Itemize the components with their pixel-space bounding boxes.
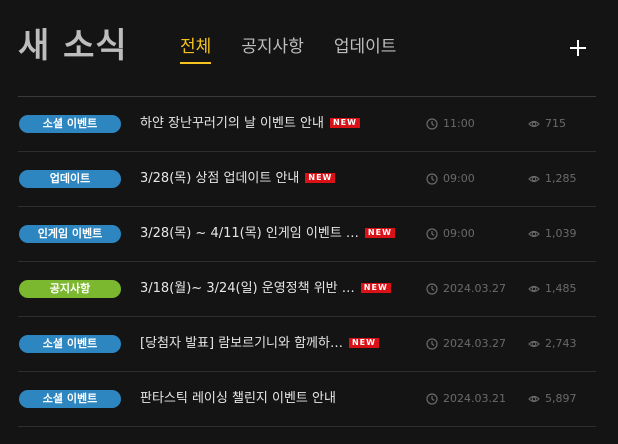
new-badge: NEW (348, 338, 379, 348)
clock-icon (426, 118, 438, 130)
post-title: [당첨자 발표] 람보르기니와 함께하… (140, 336, 343, 351)
clock-icon (426, 173, 438, 185)
post-views: 1,039 (528, 227, 577, 241)
tab-notice[interactable]: 공지사항 (241, 36, 304, 64)
time-text: 09:00 (443, 172, 475, 185)
tab-all[interactable]: 전체 (180, 36, 212, 64)
list-item[interactable]: 소셜 이벤트 하얀 장난꾸러기의 날 이벤트 안내 NEW 11:00 715 (18, 97, 596, 152)
post-time: 2024.03.27 (426, 282, 506, 296)
post-time: 09:00 (426, 172, 475, 186)
time-text: 11:00 (443, 117, 475, 130)
post-title-link[interactable]: [당첨자 발표] 람보르기니와 함께하… NEW (140, 335, 379, 353)
tab-update[interactable]: 업데이트 (334, 36, 397, 64)
category-badge: 인게임 이벤트 (19, 225, 121, 243)
new-badge: NEW (329, 118, 360, 128)
eye-icon (528, 118, 540, 130)
list-item[interactable]: 소셜 이벤트 [당첨자 발표] 람보르기니와 함께하… NEW 2024.03.27 2… (18, 317, 596, 372)
clock-icon (426, 393, 438, 405)
eye-icon (528, 338, 540, 350)
post-title-link[interactable]: 판타스틱 레이싱 챌린지 이벤트 안내 (140, 390, 336, 408)
post-time: 11:00 (426, 117, 475, 131)
time-text: 2024.03.27 (443, 337, 506, 350)
list-item[interactable]: 인게임 이벤트 3/28(목) ~ 4/11(목) 인게임 이벤트 … NEW 09:… (18, 207, 596, 262)
view-count: 1,485 (545, 282, 577, 295)
category-badge: 공지사항 (19, 280, 121, 298)
list-item[interactable]: 공지사항 3/18(월)~ 3/24(일) 운영정책 위반 … NEW 2024.03… (18, 262, 596, 317)
view-count: 715 (545, 117, 566, 130)
post-views: 5,897 (528, 392, 577, 406)
post-title-link[interactable]: 3/18(월)~ 3/24(일) 운영정책 위반 … NEW (140, 280, 391, 298)
post-title: 판타스틱 레이싱 챌린지 이벤트 안내 (140, 391, 336, 406)
view-count: 1,039 (545, 227, 577, 240)
clock-icon (426, 283, 438, 295)
post-title: 3/18(월)~ 3/24(일) 운영정책 위반 … (140, 281, 355, 296)
time-text: 2024.03.21 (443, 392, 506, 405)
view-count: 5,897 (545, 392, 577, 405)
clock-icon (426, 338, 438, 350)
post-time: 2024.03.21 (426, 392, 506, 406)
view-count: 2,743 (545, 337, 577, 350)
post-views: 2,743 (528, 337, 577, 351)
plus-icon[interactable] (566, 36, 590, 60)
post-title-link[interactable]: 하얀 장난꾸러기의 날 이벤트 안내 NEW (140, 115, 360, 133)
page-title: 새 소식 (18, 26, 128, 66)
category-badge: 소셜 이벤트 (19, 115, 121, 133)
clock-icon (426, 228, 438, 240)
view-count: 1,285 (545, 172, 577, 185)
post-views: 1,285 (528, 172, 577, 186)
post-title: 3/28(목) 상점 업데이트 안내 (140, 171, 300, 186)
post-title: 하얀 장난꾸러기의 날 이벤트 안내 (140, 116, 324, 131)
post-title-link[interactable]: 3/28(목) ~ 4/11(목) 인게임 이벤트 … NEW (140, 225, 395, 243)
eye-icon (528, 283, 540, 295)
post-title: 3/28(목) ~ 4/11(목) 인게임 이벤트 … (140, 226, 359, 241)
news-header: 새 소식 전체 공지사항 업데이트 (0, 0, 618, 96)
category-badge: 소셜 이벤트 (19, 390, 121, 408)
post-time: 09:00 (426, 227, 475, 241)
time-text: 09:00 (443, 227, 475, 240)
post-views: 715 (528, 117, 566, 131)
eye-icon (528, 393, 540, 405)
new-badge: NEW (305, 173, 336, 183)
category-badge: 업데이트 (19, 170, 121, 188)
eye-icon (528, 173, 540, 185)
new-badge: NEW (364, 228, 395, 238)
post-title-link[interactable]: 3/28(목) 상점 업데이트 안내 NEW (140, 170, 336, 188)
new-badge: NEW (360, 283, 391, 293)
post-views: 1,485 (528, 282, 577, 296)
news-list: 소셜 이벤트 하얀 장난꾸러기의 날 이벤트 안내 NEW 11:00 715 업데이트 3… (18, 96, 596, 427)
list-item[interactable]: 업데이트 3/28(목) 상점 업데이트 안내 NEW 09:00 1,285 (18, 152, 596, 207)
list-item[interactable]: 소셜 이벤트 판타스틱 레이싱 챌린지 이벤트 안내 2024.03.21 5,897 (18, 372, 596, 427)
post-time: 2024.03.27 (426, 337, 506, 351)
category-badge: 소셜 이벤트 (19, 335, 121, 353)
time-text: 2024.03.27 (443, 282, 506, 295)
category-tabs: 전체 공지사항 업데이트 (180, 36, 426, 64)
eye-icon (528, 228, 540, 240)
